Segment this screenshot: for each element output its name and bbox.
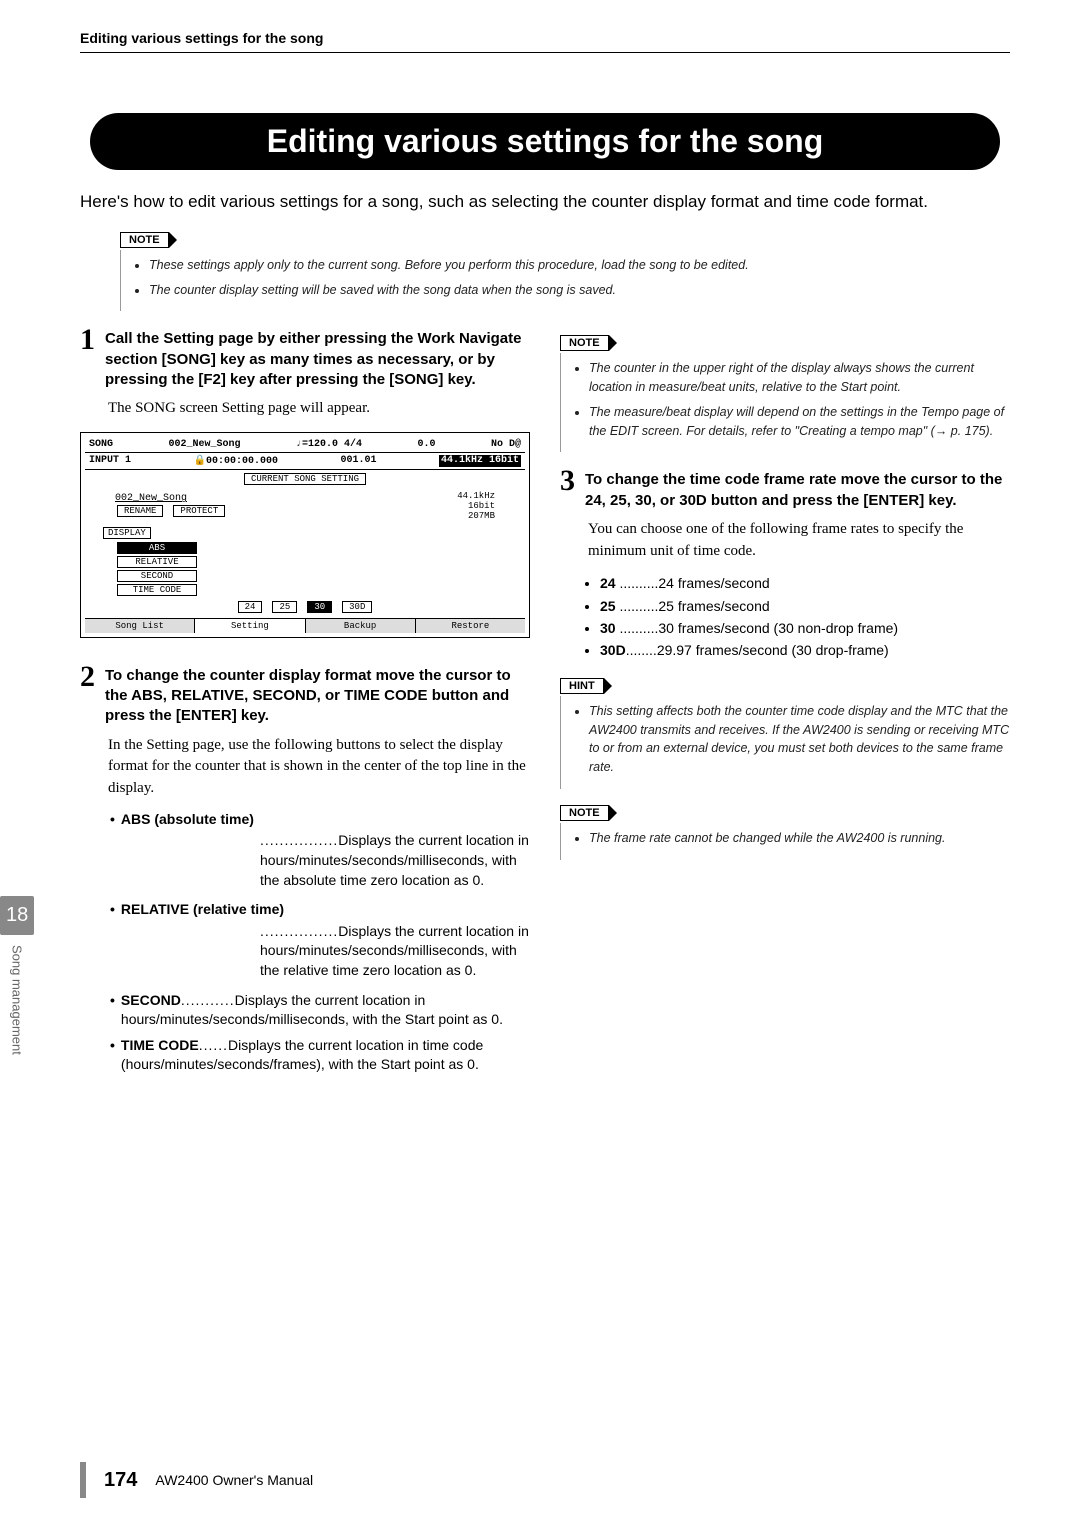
display-group-label: DISPLAY	[103, 527, 151, 539]
framerate-list: 24 ..........24 frames/second 25 .......…	[600, 572, 1010, 662]
tc25-button[interactable]: 25	[272, 601, 297, 613]
screen-no: No D@	[491, 439, 521, 450]
top-note: NOTE These settings apply only to the cu…	[120, 230, 1010, 312]
bullet: •	[110, 900, 121, 920]
tab-restore[interactable]: Restore	[416, 619, 525, 633]
note-item: These settings apply only to the current…	[149, 256, 1010, 275]
left-column: 1 Call the Setting page by either pressi…	[80, 325, 530, 1081]
right-note-1: NOTE The counter in the upper right of t…	[560, 333, 1010, 452]
bottom-note: NOTE The frame rate cannot be changed wh…	[560, 803, 1010, 860]
tab-songlist[interactable]: Song List	[85, 619, 195, 633]
timecode-button[interactable]: TIME CODE	[117, 584, 197, 596]
song-screen: SONG 002_New_Song ♩=120.0 4/4 0.0 No D@ …	[80, 432, 530, 638]
step-title: To change the counter display format mov…	[105, 662, 530, 727]
step-number: 2	[80, 662, 95, 727]
dots: ................	[260, 832, 338, 848]
intro-text: Here's how to edit various settings for …	[80, 190, 1010, 214]
step-body: The SONG screen Setting page will appear…	[108, 398, 530, 420]
hint-item: This setting affects both the counter ti…	[589, 702, 1010, 777]
bullet: •	[110, 1036, 121, 1075]
step-body: You can choose one of the following fram…	[588, 519, 1010, 563]
step-1: 1 Call the Setting page by either pressi…	[80, 325, 530, 390]
screen-time: 🔒00:00:00.000	[194, 455, 278, 467]
screen-input: INPUT 1	[89, 455, 131, 467]
note-content: These settings apply only to the current…	[120, 250, 1010, 312]
chapter-label: Song management	[10, 945, 25, 1055]
right-column: NOTE The counter in the upper right of t…	[560, 325, 1010, 1081]
screen-meas: 001.01	[340, 455, 376, 467]
screen-val: 0.0	[417, 439, 435, 450]
tc30d-button[interactable]: 30D	[342, 601, 372, 613]
screen-size: 207MB	[457, 511, 495, 521]
screen-fmt: 44.1kHz 16bit	[439, 455, 521, 467]
screen-tempo: ♩=120.0 4/4	[296, 439, 362, 450]
display-definitions: • ABS (absolute time) ................Di…	[110, 810, 530, 1075]
columns: 1 Call the Setting page by either pressi…	[80, 325, 1010, 1081]
page-header: Editing various settings for the song	[80, 30, 1010, 53]
footer-bar-icon	[80, 1462, 86, 1498]
note-item: The frame rate cannot be changed while t…	[589, 829, 1010, 848]
tc30-button[interactable]: 30	[307, 601, 332, 613]
rename-button[interactable]: RENAME	[117, 505, 163, 517]
relative-term: RELATIVE (relative time)	[121, 900, 284, 920]
section-title: Editing various settings for the song	[90, 113, 1000, 170]
tab-setting[interactable]: Setting	[195, 619, 305, 633]
page-footer: 174 AW2400 Owner's Manual	[80, 1462, 313, 1498]
screen-song: 002_New_Song	[168, 439, 240, 450]
dots: ...........	[181, 992, 235, 1008]
manual-name: AW2400 Owner's Manual	[155, 1472, 313, 1488]
relative-button[interactable]: RELATIVE	[117, 556, 197, 568]
hint-content: This setting affects both the counter ti…	[560, 696, 1010, 789]
note-label: NOTE	[120, 232, 169, 248]
dots: ......	[199, 1037, 228, 1053]
note-item: The counter display setting will be save…	[149, 281, 1010, 300]
step-title: To change the time code frame rate move …	[585, 466, 1010, 511]
tc24-button[interactable]: 24	[238, 601, 263, 613]
hint-label: HINT	[560, 678, 604, 694]
note-label: NOTE	[560, 805, 609, 821]
step-number: 1	[80, 325, 95, 390]
timecode-term: TIME CODE	[121, 1037, 199, 1053]
page-root: Editing various settings for the song Ed…	[0, 0, 1080, 1528]
screen-section-label: CURRENT SONG SETTING	[244, 473, 366, 485]
page-number: 174	[104, 1469, 137, 1492]
screen-bit: 16bit	[457, 501, 495, 511]
fr-30d: 30D........29.97 frames/second (30 drop-…	[600, 639, 1010, 661]
abs-term: ABS (absolute time)	[121, 810, 254, 830]
second-button[interactable]: SECOND	[117, 570, 197, 582]
fr-30: 30 ..........30 frames/second (30 non-dr…	[600, 617, 1010, 639]
side-tab: 18 Song management	[0, 896, 34, 1055]
note-content: The frame rate cannot be changed while t…	[560, 823, 1010, 860]
dots: ................	[260, 923, 338, 939]
tab-backup[interactable]: Backup	[306, 619, 416, 633]
protect-button[interactable]: PROTECT	[173, 505, 225, 517]
abs-button[interactable]: ABS	[117, 542, 197, 554]
fr-24: 24 ..........24 frames/second	[600, 572, 1010, 594]
step-number: 3	[560, 466, 575, 511]
note-content: The counter in the upper right of the di…	[560, 353, 1010, 452]
chapter-number: 18	[0, 896, 34, 935]
note-item: The measure/beat display will depend on …	[589, 403, 1010, 441]
bullet: •	[110, 810, 121, 830]
step-3: 3 To change the time code frame rate mov…	[560, 466, 1010, 511]
second-term: SECOND	[121, 992, 181, 1008]
screen-songname: 002_New_Song	[115, 493, 227, 504]
bullet: •	[110, 991, 121, 1030]
step-body: In the Setting page, use the following b…	[108, 735, 530, 800]
fr-25: 25 ..........25 frames/second	[600, 595, 1010, 617]
note-item: The counter in the upper right of the di…	[589, 359, 1010, 397]
screen-rate: 44.1kHz	[457, 491, 495, 501]
step-title: Call the Setting page by either pressing…	[105, 325, 530, 390]
hint: HINT This setting affects both the count…	[560, 676, 1010, 789]
screen-name: SONG	[89, 439, 113, 450]
note-label: NOTE	[560, 335, 609, 351]
step-2: 2 To change the counter display format m…	[80, 662, 530, 727]
